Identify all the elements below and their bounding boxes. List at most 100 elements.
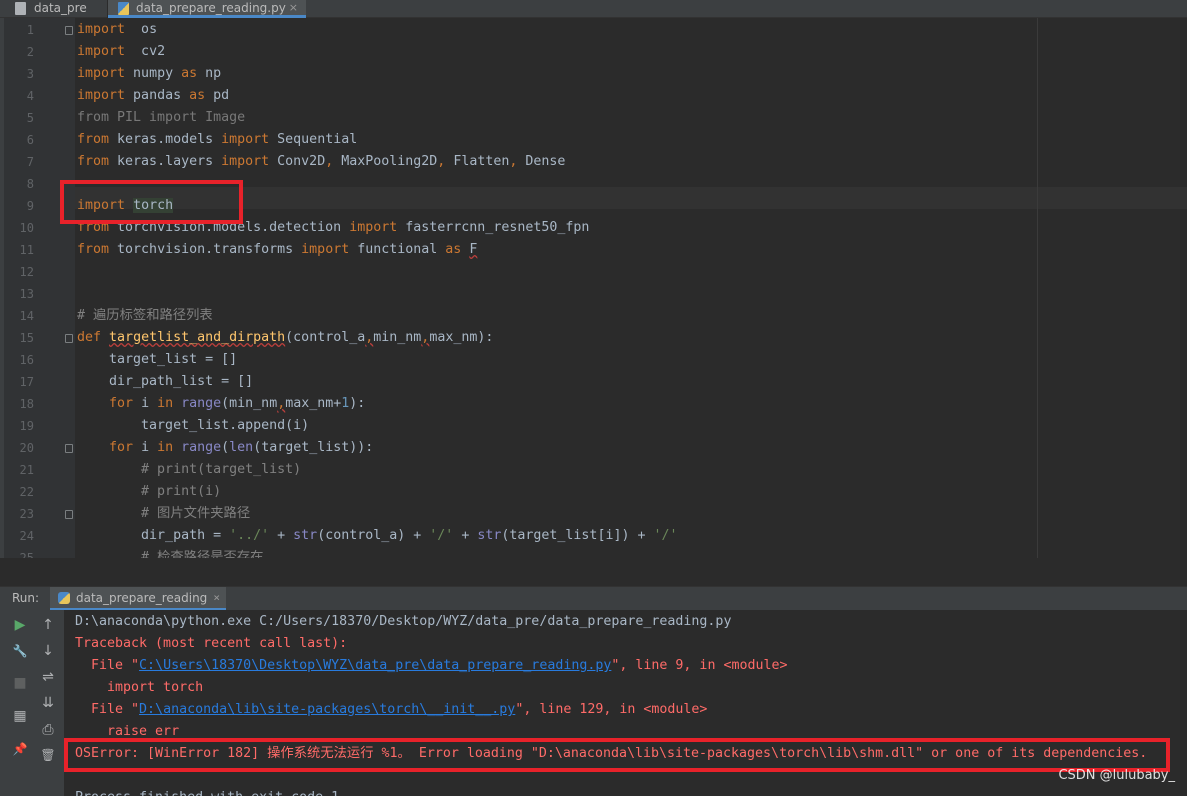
- line-number: 24: [19, 529, 34, 543]
- soft-wrap-icon[interactable]: ⇌: [38, 667, 58, 687]
- code-token: cv2: [125, 44, 166, 59]
- code-token: as: [445, 242, 462, 257]
- code-text: # print(target_list): [77, 459, 301, 481]
- code-token: min_nm: [373, 330, 422, 345]
- run-label: Run:: [12, 591, 40, 605]
- code-line: 14 # 遍历标签和路径列表: [0, 305, 1187, 327]
- line-number: 5: [26, 111, 34, 125]
- line-number: 13: [19, 287, 34, 301]
- scroll-to-end-icon[interactable]: ⇊: [38, 693, 58, 713]
- python-file-icon: [118, 2, 129, 15]
- annotation-box-import-torch: [60, 180, 243, 224]
- code-text: from keras.models import Sequential: [77, 129, 357, 151]
- code-token: from PIL import Image: [77, 110, 246, 125]
- code-token: # print(i): [77, 484, 222, 499]
- print-icon[interactable]: ⎙: [38, 720, 58, 740]
- line-number: 4: [26, 89, 34, 103]
- code-line: 22 # print(i): [0, 481, 1187, 503]
- code-token: Sequential: [269, 132, 358, 147]
- code-token: from: [77, 132, 110, 147]
- code-token: # 检查路径是否存在: [77, 550, 264, 558]
- annotation-box-oserror: [64, 738, 1170, 772]
- run-toolbar: ▶ ↑ 🔧 ↓ ■ ⇌ ⇊ ▦ ⎙ 📌 🗑: [0, 610, 64, 796]
- code-token: dir_path =: [77, 528, 230, 543]
- code-token: in: [157, 396, 174, 411]
- tab-data-prepare-reading[interactable]: data_prepare_reading.py ×: [108, 0, 306, 18]
- down-arrow-icon[interactable]: ↓: [38, 641, 58, 661]
- line-number: 25: [19, 551, 34, 558]
- code-text: dir_path_list = []: [77, 371, 253, 393]
- code-line: 1 import os: [0, 19, 1187, 41]
- code-token: MaxPooling2D: [333, 154, 438, 169]
- code-text: target_list = []: [77, 349, 237, 371]
- rerun-icon[interactable]: ▶: [10, 615, 30, 635]
- code-token: F: [469, 242, 478, 257]
- console-traceback-frame-2: File "D:\anaconda\lib\site-packages\torc…: [75, 699, 707, 721]
- editor-console-divider: [0, 558, 1187, 584]
- code-token: # 遍历标签和路径列表: [77, 308, 213, 323]
- code-token: i: [133, 440, 158, 455]
- close-run-tab-icon[interactable]: ×: [213, 587, 220, 609]
- code-token: (min_nm: [221, 396, 278, 411]
- code-token: # print(target_list): [77, 462, 302, 477]
- code-line: 4 import pandas as pd: [0, 85, 1187, 107]
- trash-icon[interactable]: 🗑: [38, 745, 58, 765]
- code-token: import: [77, 66, 126, 81]
- code-text: from keras.layers import Conv2D, MaxPool…: [77, 151, 565, 173]
- code-text: for i in range(len(target_list)):: [77, 437, 373, 459]
- code-token: as: [181, 66, 198, 81]
- frame-suffix: ", line 129, in <module>: [515, 702, 708, 717]
- fold-marker-icon[interactable]: [65, 26, 73, 35]
- code-token: import: [349, 220, 398, 235]
- wrench-icon[interactable]: 🔧: [10, 641, 30, 661]
- fold-marker-icon[interactable]: [65, 510, 73, 519]
- line-number: 22: [19, 485, 34, 499]
- code-token: pandas: [125, 88, 190, 103]
- layout-icon[interactable]: ▦: [10, 706, 30, 726]
- line-number: 9: [26, 199, 34, 213]
- code-token: str: [477, 528, 502, 543]
- line-number: 10: [19, 221, 34, 235]
- code-text: import cv2: [77, 41, 165, 63]
- frame-prefix: File ": [75, 702, 140, 717]
- line-number: 19: [19, 419, 34, 433]
- code-token: from: [77, 242, 110, 257]
- up-arrow-icon[interactable]: ↑: [38, 615, 58, 635]
- code-token: # 图片文件夹路径: [77, 506, 251, 521]
- fold-marker-icon[interactable]: [65, 334, 73, 343]
- line-number: 6: [26, 133, 34, 147]
- run-tab[interactable]: data_prepare_reading ×: [50, 587, 226, 611]
- console-exit-line: Process finished with exit code 1: [75, 787, 339, 796]
- code-token: Flatten: [445, 154, 510, 169]
- code-token: keras.layers: [109, 154, 222, 169]
- code-text: # 图片文件夹路径: [77, 503, 250, 525]
- code-editor[interactable]: 1 import os 2 import cv2 3 import numpy as np…: [0, 18, 1187, 558]
- close-tab-icon[interactable]: ×: [289, 0, 298, 16]
- code-token: Dense: [517, 154, 566, 169]
- line-number: 18: [19, 397, 34, 411]
- code-token: str: [293, 528, 318, 543]
- line-number: 14: [19, 309, 34, 323]
- pin-icon[interactable]: 📌: [10, 739, 30, 759]
- code-line: 2 import cv2: [0, 41, 1187, 63]
- code-token: +: [269, 528, 294, 543]
- run-tab-label: data_prepare_reading: [76, 591, 208, 605]
- file-link-1[interactable]: C:\Users\18370\Desktop\WYZ\data_pre\data…: [139, 658, 611, 673]
- tab-data-pre[interactable]: data_pre: [0, 0, 108, 18]
- code-token: (control_a: [285, 330, 366, 345]
- fold-marker-icon[interactable]: [65, 444, 73, 453]
- tab-label: data_pre: [34, 1, 87, 15]
- code-line: 16 target_list = []: [0, 349, 1187, 371]
- code-line: 18 for i in range(min_nm,max_nm+1):: [0, 393, 1187, 415]
- stop-icon[interactable]: ■: [10, 673, 30, 693]
- code-line: 5 from PIL import Image: [0, 107, 1187, 129]
- editor-tab-bar: data_pre data_prepare_reading.py ×: [0, 0, 1187, 18]
- console-command-line: D:\anaconda\python.exe C:/Users/18370/De…: [75, 614, 732, 629]
- code-token: range: [181, 440, 222, 455]
- file-link-2[interactable]: D:\anaconda\lib\site-packages\torch\__in…: [139, 702, 515, 717]
